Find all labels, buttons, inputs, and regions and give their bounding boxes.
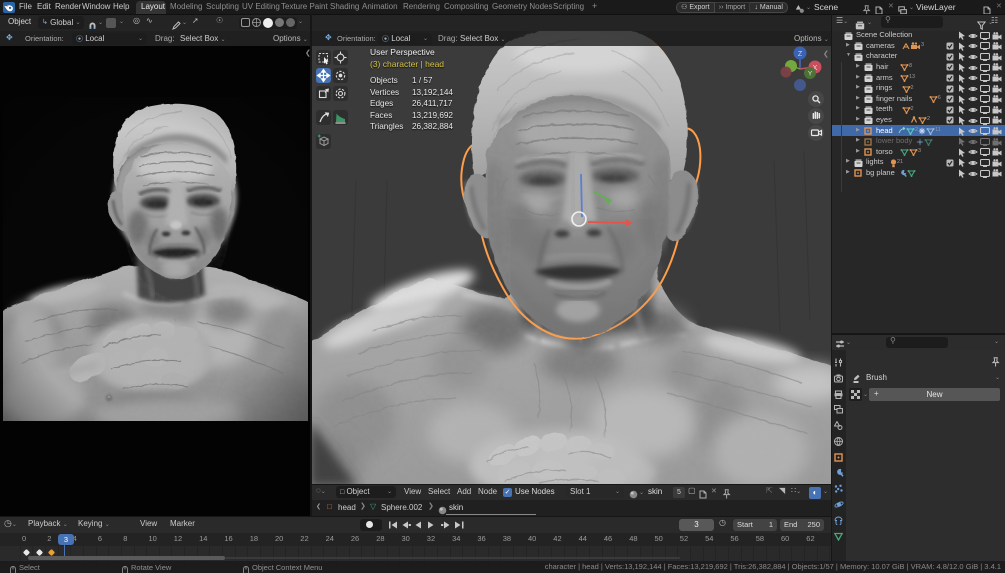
svg-text:Y: Y [808,71,813,78]
svg-text:Z: Z [798,51,803,58]
